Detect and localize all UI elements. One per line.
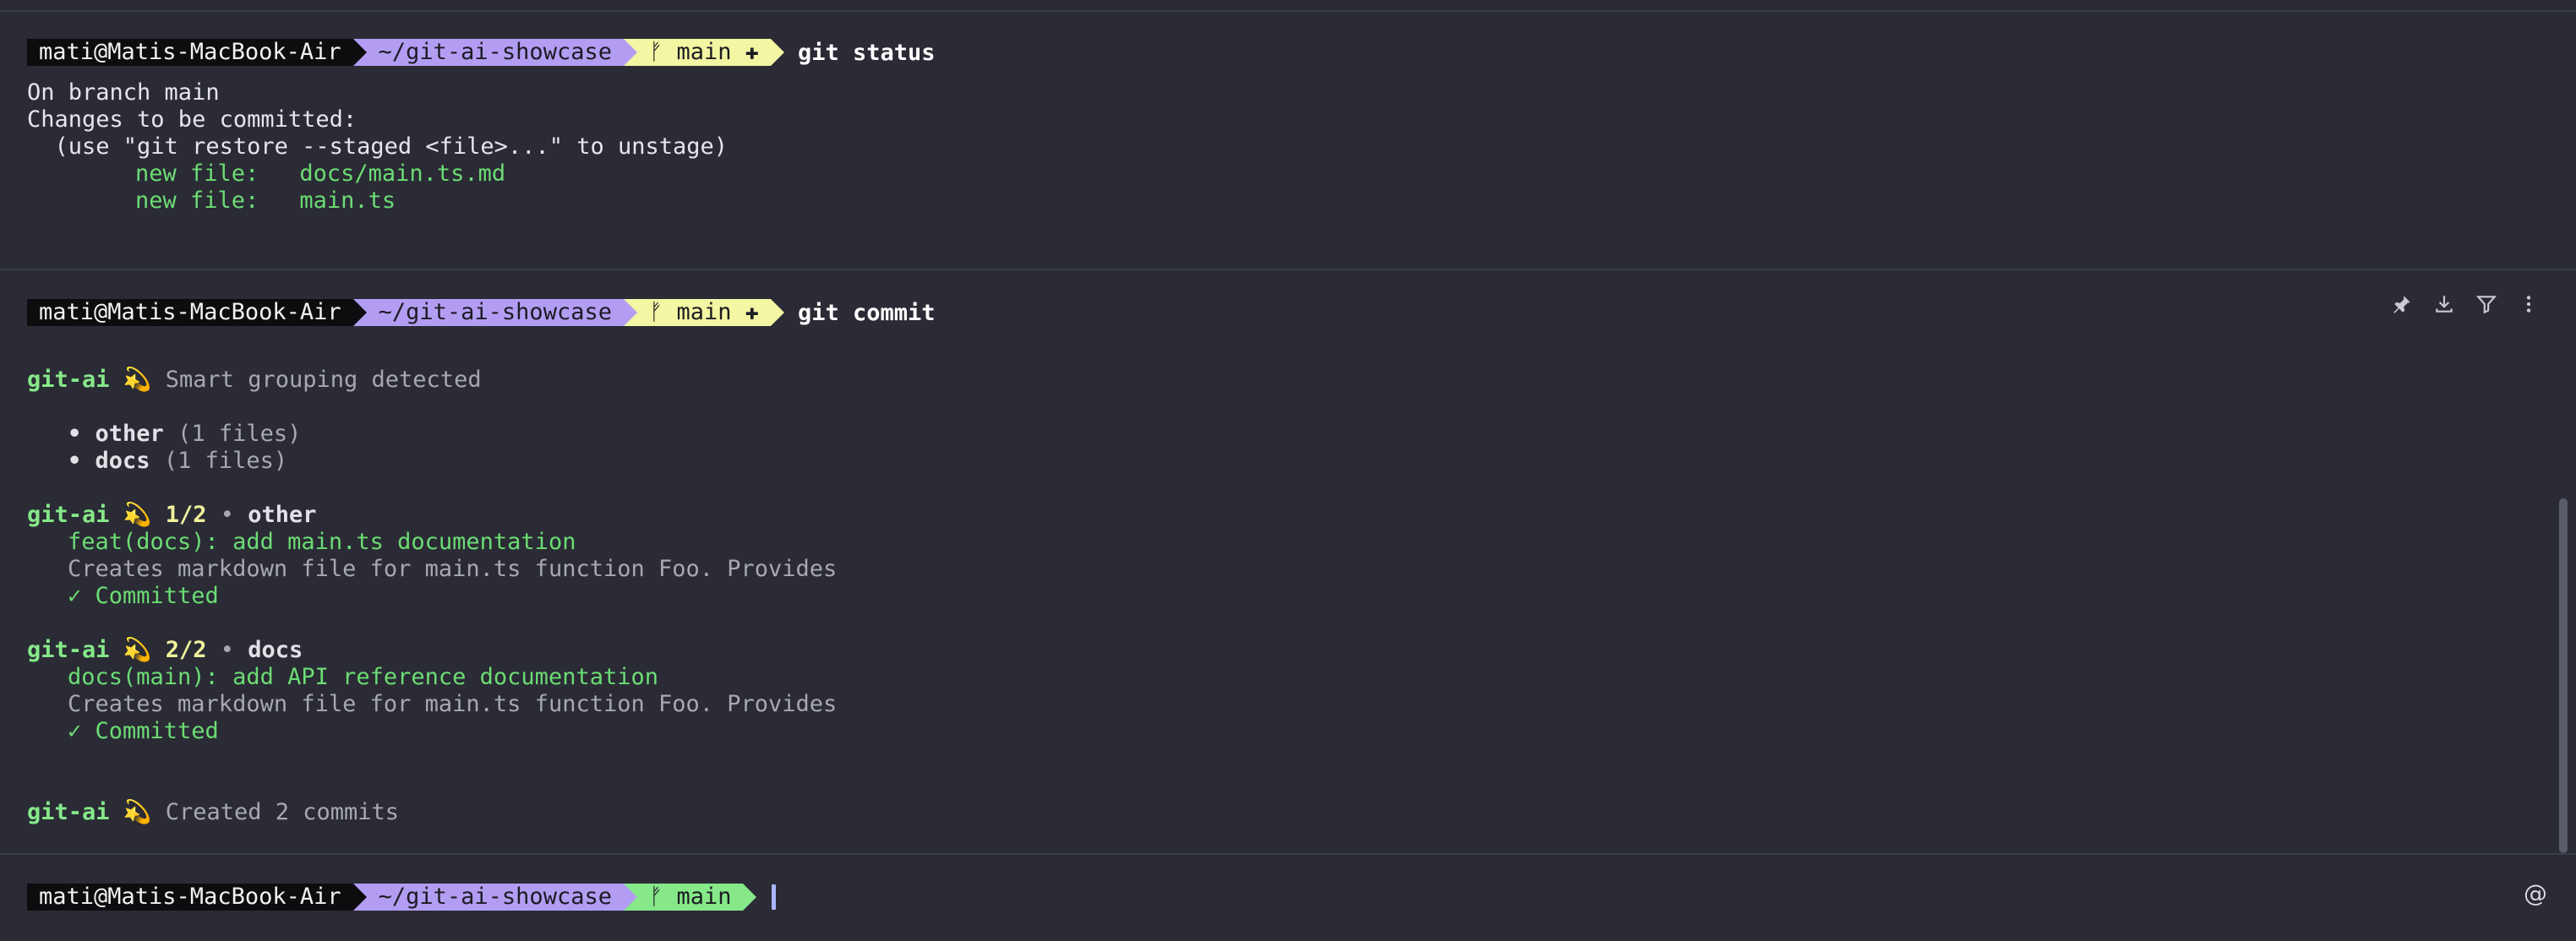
at-icon[interactable]: @ [2524, 879, 2547, 907]
prompt-user: mati@Matis-MacBook-Air [27, 299, 353, 326]
gitai-label: git-ai [27, 367, 110, 393]
separator: • [220, 637, 235, 663]
file-status: new file: [135, 188, 259, 214]
pin-icon[interactable] [2390, 292, 2414, 316]
filter-icon[interactable] [2475, 292, 2498, 316]
branch-name: main [676, 39, 732, 65]
prompt-dir: ~/git-ai-showcase [366, 39, 624, 66]
block-divider [0, 853, 2576, 855]
sparkle-icon: 💫 [123, 637, 152, 663]
file-status: new file: [135, 160, 259, 187]
commit-status: ✓ Committed [68, 583, 219, 609]
sparkle-icon: 💫 [123, 367, 152, 393]
commit-message: docs(main): add API reference documentat… [68, 664, 658, 690]
group-item: • docs (1 files) [27, 448, 936, 475]
command-block-git-status[interactable]: mati@Matis-MacBook-Air ~/git-ai-showcase ᚠ… [27, 39, 936, 215]
branch-icon: ᚠ [648, 299, 663, 325]
block-divider [0, 269, 2576, 270]
prompt-dir: ~/git-ai-showcase [366, 299, 624, 326]
prompt-end-icon [771, 299, 784, 326]
branch-icon: ᚠ [648, 884, 663, 910]
prompt: mati@Matis-MacBook-Air ~/git-ai-showcase ᚠ… [27, 884, 777, 911]
commit-body: Creates markdown file for main.ts functi… [68, 556, 838, 582]
output-line: On branch main [27, 79, 220, 106]
branch-name: main [676, 884, 732, 910]
prompt: mati@Matis-MacBook-Air ~/git-ai-showcase ᚠ… [27, 39, 936, 66]
gitai-label: git-ai [27, 502, 110, 528]
dirty-icon: ✚ [745, 39, 759, 65]
separator: • [220, 502, 235, 528]
commit-message: feat(docs): add main.ts documentation [68, 529, 576, 555]
prompt-end-icon [771, 39, 784, 66]
prompt-separator-icon [352, 39, 367, 66]
branch-icon: ᚠ [648, 39, 663, 65]
command-block-git-commit[interactable]: mati@Matis-MacBook-Air ~/git-ai-showcase ᚠ… [27, 299, 936, 826]
commit-status: ✓ Committed [68, 718, 219, 744]
prompt-separator-icon [352, 884, 367, 911]
output-line: (use "git restore --staged <file>..." to… [27, 133, 729, 160]
dirty-icon: ✚ [745, 299, 759, 325]
prompt-separator-icon [623, 299, 637, 326]
commit-index: 2/2 [165, 637, 207, 663]
commit-body: Creates markdown file for main.ts functi… [68, 691, 838, 717]
branch-name: main [676, 299, 732, 325]
scrollbar[interactable] [2559, 498, 2568, 853]
staged-file-line: new file: main.ts [27, 188, 936, 215]
bullet-icon: • [68, 421, 82, 447]
bullet-icon: • [68, 448, 82, 474]
prompt-user: mati@Matis-MacBook-Air [27, 39, 353, 66]
group-name: other [95, 421, 164, 447]
prompt-separator-icon [352, 299, 367, 326]
summary-text: Created 2 commits [165, 799, 400, 825]
prompt-end-icon [743, 884, 757, 911]
download-icon[interactable] [2432, 292, 2456, 316]
commit-index: 1/2 [165, 502, 207, 528]
terminal-window: mati@Matis-MacBook-Air ~/git-ai-showcase ᚠ… [0, 0, 2576, 941]
commit-header: git-ai 💫 2/2 • docs [27, 637, 936, 664]
commit-group: other [248, 502, 317, 528]
file-path: main.ts [299, 188, 396, 214]
prompt: mati@Matis-MacBook-Air ~/git-ai-showcase ᚠ… [27, 299, 936, 326]
grouping-text: Smart grouping detected [165, 367, 482, 393]
sparkle-icon: 💫 [123, 799, 152, 825]
prompt-user: mati@Matis-MacBook-Air [27, 884, 353, 911]
prompt-dir: ~/git-ai-showcase [366, 884, 624, 911]
group-name: docs [95, 448, 150, 474]
output-line: Changes to be committed: [27, 106, 357, 133]
file-path: docs/main.ts.md [299, 160, 506, 187]
prompt-separator-icon [623, 39, 637, 66]
prompt-separator-icon [623, 884, 637, 911]
prompt-git: ᚠ main ✚ [636, 299, 771, 326]
commit-header: git-ai 💫 1/2 • other [27, 502, 936, 529]
input-prompt-block[interactable]: mati@Matis-MacBook-Air ~/git-ai-showcase ᚠ… [27, 884, 777, 911]
group-item: • other (1 files) [27, 421, 936, 448]
command-text: git status [798, 39, 936, 66]
summary-line: git-ai 💫 Created 2 commits [27, 799, 936, 826]
prompt-git: ᚠ main [636, 884, 744, 911]
commit-group: docs [248, 637, 303, 663]
gitai-status-line: git-ai 💫 Smart grouping detected [27, 367, 936, 394]
staged-file-line: new file: docs/main.ts.md [27, 160, 936, 188]
block-toolbar [2390, 292, 2541, 316]
prompt-git: ᚠ main ✚ [636, 39, 771, 66]
top-divider [0, 10, 2576, 12]
more-icon[interactable] [2517, 292, 2541, 316]
gitai-label: git-ai [27, 799, 110, 825]
input-cursor[interactable] [772, 884, 777, 910]
group-count: (1 files) [177, 421, 302, 447]
group-count: (1 files) [163, 448, 288, 474]
sparkle-icon: 💫 [123, 502, 152, 528]
gitai-label: git-ai [27, 637, 110, 663]
command-text: git commit [798, 299, 936, 326]
